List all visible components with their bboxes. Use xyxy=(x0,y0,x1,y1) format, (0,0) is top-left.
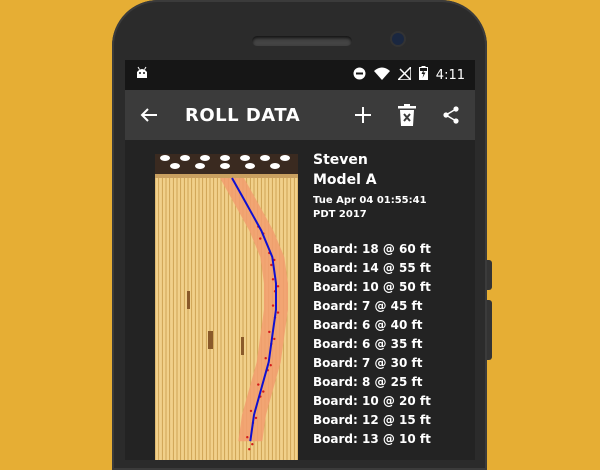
board-row: Board: 10 @ 20 ft xyxy=(313,394,431,408)
screen: 4:11 ROLL DATA Steven Model A Tue Apr 04… xyxy=(125,60,475,460)
pin-marker xyxy=(195,163,205,169)
pin-marker xyxy=(245,163,255,169)
ball-dot xyxy=(271,278,275,281)
ball-dot xyxy=(259,237,262,240)
roll-date-line-1: Tue Apr 04 01:55:41 xyxy=(313,195,427,206)
volume-button xyxy=(487,260,492,290)
pin-marker xyxy=(220,163,230,169)
no-signal-icon xyxy=(395,64,412,84)
target-arrow xyxy=(187,291,190,309)
board-row: Board: 8 @ 25 ft xyxy=(313,375,423,389)
ball-dot xyxy=(270,263,273,267)
board-row: Board: 13 @ 10 ft xyxy=(313,432,431,446)
ball-dot xyxy=(264,357,267,360)
front-camera xyxy=(392,33,404,45)
roll-date: Tue Apr 04 01:55:41 PDT 2017 xyxy=(313,194,473,222)
pin-deck-edge xyxy=(155,174,298,178)
ball-dot xyxy=(273,337,276,341)
board-row: Board: 18 @ 60 ft xyxy=(313,242,431,256)
pin-marker xyxy=(160,155,170,161)
ball-dot xyxy=(271,304,275,307)
pin-marker xyxy=(240,155,250,161)
app-toolbar: ROLL DATA xyxy=(125,90,475,140)
roll-info: Steven Model A Tue Apr 04 01:55:41 PDT 2… xyxy=(313,152,473,449)
share-icon[interactable] xyxy=(439,103,463,127)
lane-diagram xyxy=(155,154,298,460)
ball-dot xyxy=(246,436,249,439)
board-row: Board: 10 @ 50 ft xyxy=(313,280,431,294)
wifi-icon xyxy=(373,67,390,84)
roll-data-content: Steven Model A Tue Apr 04 01:55:41 PDT 2… xyxy=(125,140,475,460)
bowler-name: Steven xyxy=(313,152,368,168)
board-row: Board: 14 @ 55 ft xyxy=(313,261,431,275)
phone-bezel xyxy=(112,0,487,60)
lane-graphic xyxy=(155,154,298,460)
ball-dot xyxy=(257,383,260,386)
pin-marker xyxy=(220,155,230,161)
ball-dot xyxy=(248,448,251,451)
arrow-left-icon[interactable] xyxy=(137,103,161,127)
board-row: Board: 6 @ 35 ft xyxy=(313,337,423,351)
android-icon xyxy=(135,66,149,84)
pin-marker xyxy=(200,155,210,161)
board-row: Board: 7 @ 30 ft xyxy=(313,356,423,370)
pin-marker xyxy=(260,155,270,161)
battery-charging-icon xyxy=(418,66,428,84)
plus-icon[interactable] xyxy=(351,103,375,127)
trash-icon[interactable] xyxy=(395,103,419,127)
ball-dot xyxy=(262,390,265,393)
ball-dot xyxy=(276,285,280,288)
pin-marker xyxy=(170,163,180,169)
speaker-grille xyxy=(252,36,352,46)
status-time: 4:11 xyxy=(435,67,465,83)
phone-frame: 4:11 ROLL DATA Steven Model A Tue Apr 04… xyxy=(112,0,492,470)
power-button xyxy=(487,300,492,360)
ball-dot xyxy=(268,330,271,334)
ball-dot xyxy=(249,409,253,413)
board-row: Board: 12 @ 15 ft xyxy=(313,413,431,427)
ball-model: Model A xyxy=(313,172,377,188)
pin-marker xyxy=(270,163,280,169)
do-not-disturb-icon xyxy=(353,67,366,84)
pin-marker xyxy=(280,155,290,161)
target-arrow xyxy=(241,337,244,355)
ball-dot xyxy=(254,416,258,420)
ball-dot xyxy=(269,364,272,367)
ball-dot xyxy=(251,443,254,446)
target-arrow xyxy=(208,331,211,349)
page-title: ROLL DATA xyxy=(185,104,301,126)
pin-marker xyxy=(180,155,190,161)
board-row: Board: 6 @ 40 ft xyxy=(313,318,423,332)
roll-date-line-2: PDT 2017 xyxy=(313,209,367,220)
board-row: Board: 7 @ 45 ft xyxy=(313,299,423,313)
board-list: Board: 18 @ 60 ft Board: 14 @ 55 ft Board:… xyxy=(313,240,473,449)
ball-dot xyxy=(276,311,280,314)
status-bar: 4:11 xyxy=(125,60,475,90)
